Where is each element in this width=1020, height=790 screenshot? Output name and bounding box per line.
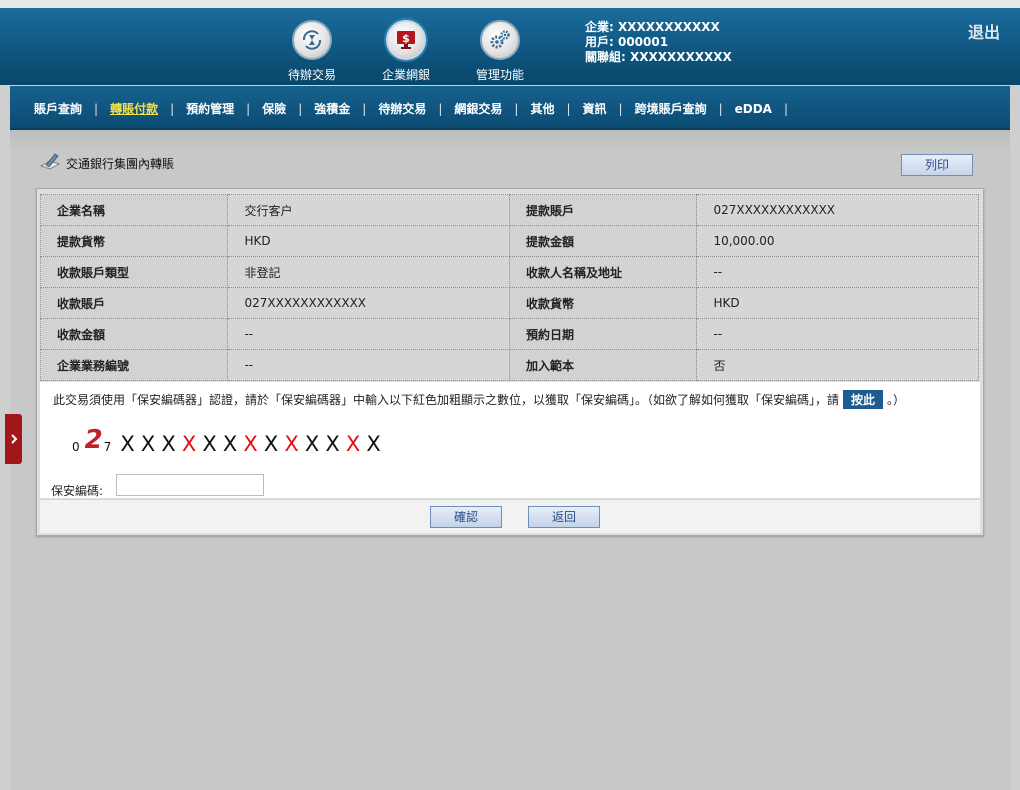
security-token-section: 此交易須使用「保安編碼器」認證，請於「保安編碼器」中輸入以下紅色加粗顯示之數位，… (40, 382, 980, 498)
security-instruction-text: 此交易須使用「保安編碼器」認證，請於「保安編碼器」中輸入以下紅色加粗顯示之數位，… (53, 393, 840, 407)
user-id: 用戶: 000001 (585, 35, 669, 49)
challenge-code: 0 2 7 XXXXXXXXXXXXX (72, 425, 384, 458)
header-bar: 待辦交易 $ 企業網銀 管理功能 企業: XXXXXXXXXXX 用戶: 000… (0, 8, 1020, 85)
nav-pending-label: 待辦交易 (287, 68, 336, 82)
menu-item-8[interactable]: 資訊 (571, 100, 619, 117)
table-row: 收款賬戶 027XXXXXXXXXXXX 收款貨幣 HKD (39, 287, 979, 319)
menu-item-10[interactable]: eDDA (723, 102, 784, 116)
field-label: 企業業務編號 (39, 349, 229, 381)
menu-item-3[interactable]: 保險 (250, 100, 298, 117)
menu-item-9[interactable]: 跨境賬戶查詢 (623, 100, 719, 117)
field-value: 否 (696, 349, 979, 381)
menu-item-5[interactable]: 待辦交易 (366, 100, 438, 117)
page-title: 交通銀行集團內轉賬 (38, 152, 174, 172)
security-instruction: 此交易須使用「保安編碼器」認證，請於「保安編碼器」中輸入以下紅色加粗顯示之數位，… (53, 390, 905, 409)
page-title-text: 交通銀行集團內轉賬 (66, 157, 175, 171)
field-label: 提款貨幣 (39, 225, 229, 257)
menu-separator: | (783, 101, 789, 116)
field-label: 收款金額 (39, 318, 229, 350)
confirm-button[interactable]: 確認 (430, 506, 502, 528)
nav-management-label: 管理功能 (475, 68, 524, 82)
field-value: 交行客户 (227, 194, 510, 226)
menu-item-4[interactable]: 強積金 (302, 100, 362, 117)
svg-text:$: $ (402, 32, 410, 45)
nav-pending-transactions[interactable]: 待辦交易 (272, 20, 352, 83)
nav-management[interactable]: 管理功能 (460, 20, 540, 83)
print-button[interactable]: 列印 (901, 154, 973, 176)
security-instruction-end: 。） (887, 393, 906, 407)
transfer-details-table: 企業名稱 交行客户 提款賬戶 027XXXXXXXXXXXX 提款貨幣 HKD 提款金額 10… (39, 194, 979, 381)
field-value: -- (227, 349, 510, 381)
table-row: 提款貨幣 HKD 提款金額 10,000.00 (39, 225, 979, 257)
code-prefix-seven: 7 (103, 440, 112, 454)
code-digit-highlighted: X (181, 432, 197, 456)
field-value: HKD (227, 225, 510, 257)
menu-item-6[interactable]: 網銀交易 (442, 100, 514, 117)
table-row: 收款金額 -- 預約日期 -- (39, 318, 979, 350)
code-digit-highlighted: X (243, 432, 258, 456)
action-bar: 確認 返回 (40, 499, 980, 533)
field-value: -- (696, 256, 979, 288)
content-shade (10, 130, 1010, 152)
field-value: -- (696, 318, 979, 350)
side-expand-tab[interactable] (5, 414, 22, 464)
monitor-dollar-icon: $ (386, 20, 426, 60)
code-digit: X (222, 432, 238, 456)
security-code-input[interactable] (116, 474, 264, 496)
field-label: 收款人名稱及地址 (508, 256, 698, 288)
pencil-edit-icon (40, 153, 60, 170)
field-label: 提款賬戶 (508, 194, 698, 226)
field-label: 收款貨幣 (508, 287, 698, 319)
code-digit: X (202, 432, 217, 456)
security-code-label: 保安編碼: (51, 484, 104, 498)
code-digit-highlighted: X (345, 432, 361, 456)
field-label: 預約日期 (508, 318, 698, 350)
code-prefix-two: 2 (84, 425, 103, 455)
table-row: 企業名稱 交行客户 提款賬戶 027XXXXXXXXXXXX (39, 194, 979, 226)
field-value: 027XXXXXXXXXXXX (227, 287, 510, 319)
table-row: 收款賬戶類型 非登記 收款人名稱及地址 -- (39, 256, 979, 288)
field-value: -- (227, 318, 510, 350)
code-digit: X (120, 432, 135, 456)
enterprise-name: 企業: XXXXXXXXXXX (585, 20, 720, 34)
menu-item-0[interactable]: 賬戶查詢 (24, 100, 94, 117)
code-digit-highlighted: X (284, 432, 299, 456)
back-button[interactable]: 返回 (528, 506, 600, 528)
main-menu: 賬戶查詢 | 轉賬付款 | 預約管理 | 保險 | 強積金 | 待辦交易 | 網銀交易 | 其他 | 資訊 | 跨境… (24, 100, 788, 117)
chevron-right-icon (10, 434, 17, 444)
field-label: 收款賬戶類型 (39, 256, 229, 288)
nav-enterprise-banking[interactable]: $ 企業網銀 (366, 20, 446, 83)
field-label: 企業名稱 (39, 194, 229, 226)
code-digit: X (325, 432, 340, 456)
code-digit: X (304, 432, 320, 456)
gears-icon (480, 20, 520, 60)
code-digit: X (263, 432, 279, 456)
menu-item-1[interactable]: 轉賬付款 (98, 100, 170, 117)
transfer-details-panel: 企業名稱 交行客户 提款賬戶 027XXXXXXXXXXXX 提款貨幣 HKD 提款金額 10… (36, 188, 984, 536)
hourglass-refresh-icon (292, 20, 332, 60)
code-digit: X (140, 432, 156, 456)
field-label: 提款金額 (508, 225, 698, 257)
code-digit: X (366, 432, 381, 456)
top-strip (0, 0, 1020, 8)
field-value: HKD (696, 287, 979, 319)
logout-link[interactable]: 退出 (968, 19, 1000, 43)
menu-item-7[interactable]: 其他 (518, 100, 566, 117)
code-prefix-zero: 0 (72, 440, 80, 454)
click-here-link[interactable]: 按此 (843, 390, 884, 409)
linked-group: 關聯組: XXXXXXXXXXX (585, 50, 732, 64)
nav-enterprise-label: 企業網銀 (381, 68, 430, 82)
field-value: 10,000.00 (696, 225, 979, 257)
field-value: 非登記 (227, 256, 510, 288)
table-row: 企業業務編號 -- 加入範本否 (39, 349, 979, 381)
field-label: 加入範本 (508, 349, 698, 381)
menu-item-2[interactable]: 預約管理 (174, 100, 246, 117)
code-digit: X (161, 432, 176, 456)
main-menu-bar: 賬戶查詢 | 轉賬付款 | 預約管理 | 保險 | 強積金 | 待辦交易 | 網銀交易 | 其他 | 資訊 | 跨境… (10, 86, 1010, 130)
field-label: 收款賬戶 (39, 287, 229, 319)
field-value: 027XXXXXXXXXXXX (696, 194, 979, 226)
user-info: 企業: XXXXXXXXXXX 用戶: 000001 關聯組: XXXXXXXX… (585, 20, 732, 65)
